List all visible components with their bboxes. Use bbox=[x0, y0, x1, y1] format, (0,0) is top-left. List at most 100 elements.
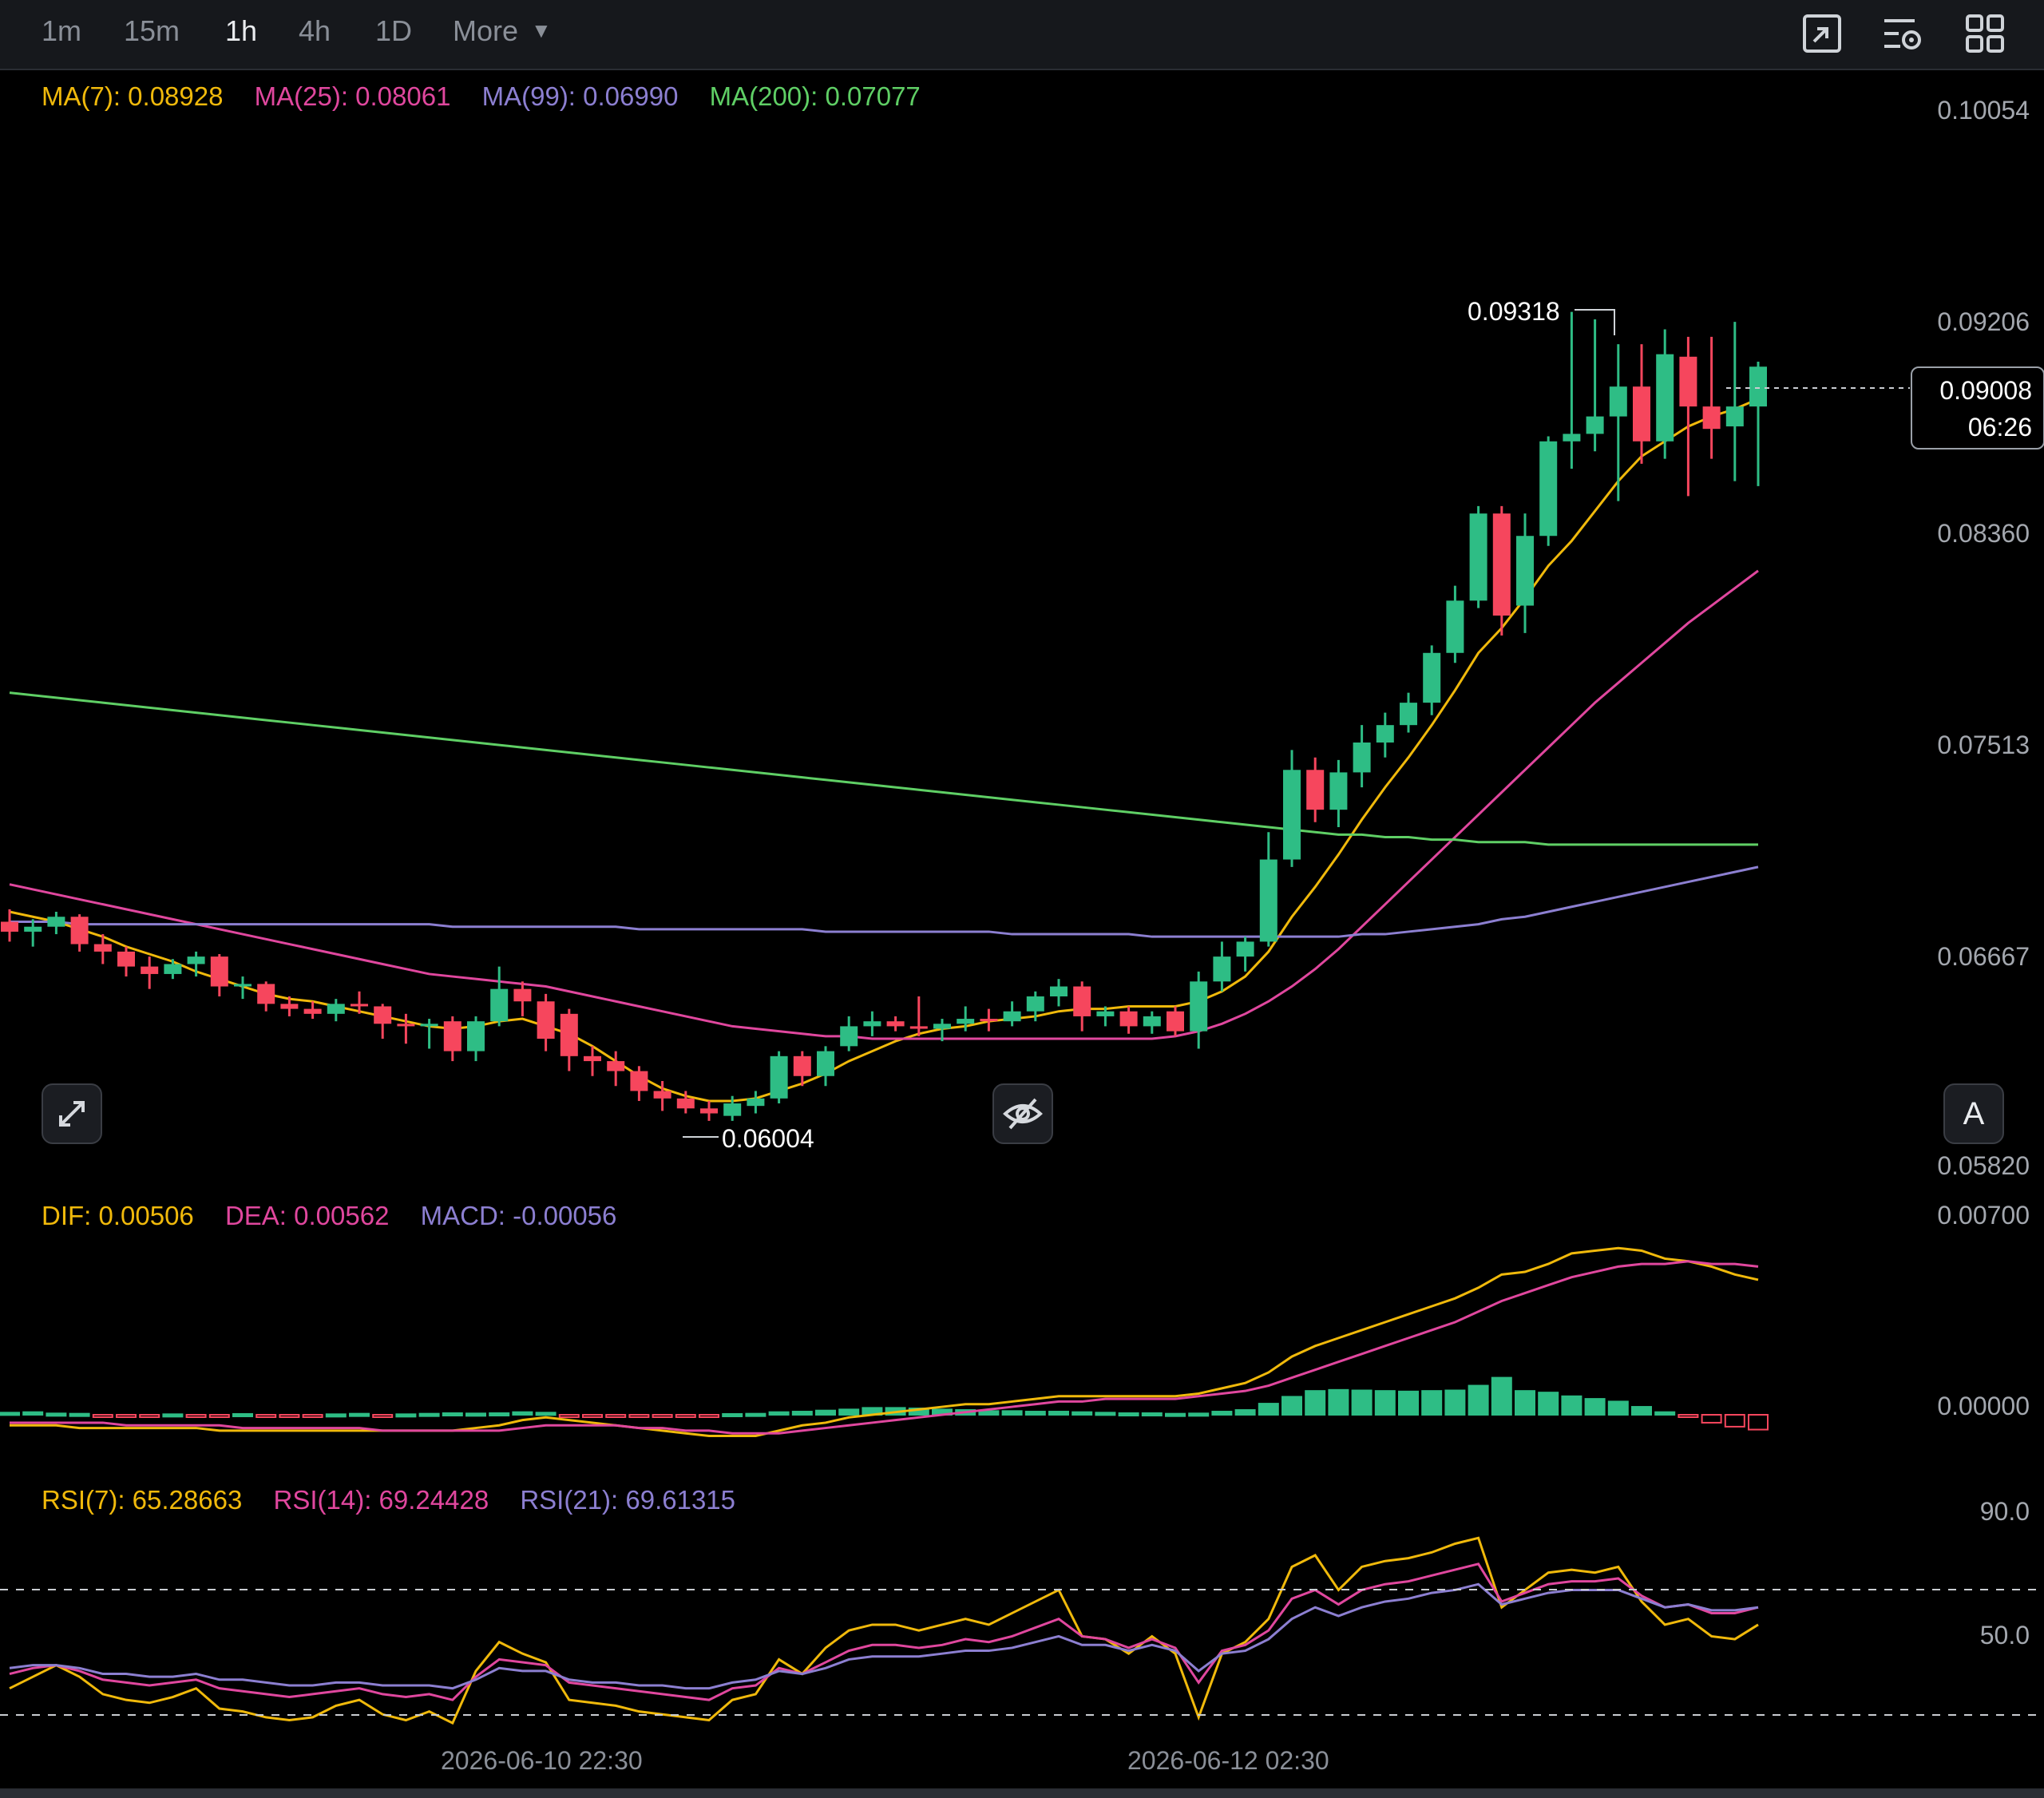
candle-body bbox=[1, 921, 18, 932]
price-tick: 0.10054 bbox=[1937, 96, 2030, 125]
candle-body bbox=[1003, 1011, 1021, 1022]
macd-histogram-bar bbox=[1538, 1392, 1559, 1416]
candle-body bbox=[1190, 981, 1208, 1032]
candle-body bbox=[117, 951, 135, 967]
candle-body bbox=[327, 1004, 345, 1014]
macd-histogram-bar bbox=[1374, 1390, 1396, 1416]
candle-body bbox=[909, 1026, 928, 1029]
macd-histogram-bar bbox=[1188, 1412, 1210, 1417]
candle-body bbox=[1633, 386, 1650, 442]
macd-histogram-bar bbox=[1678, 1414, 1699, 1418]
candle-body bbox=[93, 944, 112, 952]
candle-body bbox=[1586, 416, 1604, 434]
macd-histogram-bar bbox=[978, 1410, 1000, 1416]
candle-body bbox=[210, 956, 228, 987]
macd-histogram-bar bbox=[92, 1414, 113, 1418]
ma-legend: MA(7): 0.08928 MA(25): 0.08061 MA(99): 0… bbox=[42, 81, 945, 112]
candle-body bbox=[957, 1019, 975, 1024]
macd-histogram-bar bbox=[1141, 1412, 1163, 1417]
rsi14-line bbox=[9, 1562, 1759, 1701]
macd-histogram-bar bbox=[1072, 1411, 1093, 1416]
macd-histogram-bar bbox=[489, 1412, 510, 1417]
candle-body bbox=[770, 1055, 788, 1099]
macd-histogram-bar bbox=[815, 1409, 836, 1416]
macd-histogram-bar bbox=[1748, 1414, 1769, 1431]
candle-body bbox=[560, 1013, 578, 1056]
macd-histogram-bar bbox=[1165, 1412, 1186, 1417]
macd-histogram-bar bbox=[69, 1412, 90, 1417]
candle-body bbox=[70, 917, 89, 945]
candle-body bbox=[1167, 1011, 1184, 1032]
macd-histogram-bar bbox=[745, 1412, 766, 1417]
candle-body bbox=[1446, 600, 1464, 653]
auto-scale-button[interactable]: A bbox=[1943, 1083, 2004, 1144]
candle-body bbox=[513, 988, 532, 1002]
macd-histogram-bar bbox=[558, 1414, 580, 1418]
candle-body bbox=[490, 988, 509, 1022]
candle-body bbox=[933, 1024, 951, 1029]
price-tick: 0.08360 bbox=[1937, 519, 2030, 548]
candle-body bbox=[397, 1024, 415, 1027]
macd-histogram-bar bbox=[512, 1411, 533, 1416]
candle-body bbox=[1609, 386, 1627, 417]
candle-body bbox=[164, 964, 182, 974]
macd-histogram-bar bbox=[1258, 1403, 1279, 1416]
candle-countdown: 06:26 bbox=[1967, 413, 2032, 442]
rsi7-legend: RSI(7): 65.28663 bbox=[42, 1485, 243, 1515]
candle-body bbox=[630, 1071, 648, 1091]
current-price-badge: 0.09008 06:26 bbox=[1911, 366, 2044, 450]
high-price-label: 0.09318 bbox=[1468, 297, 1560, 326]
candle-body bbox=[351, 1004, 368, 1007]
macd-histogram-bar bbox=[605, 1414, 627, 1418]
candle-body bbox=[1539, 441, 1558, 537]
price-tick: 0.09206 bbox=[1937, 307, 2030, 336]
candle-body bbox=[1749, 366, 1767, 407]
macd-histogram-bar bbox=[1468, 1384, 1489, 1416]
macd-histogram-bar bbox=[675, 1414, 696, 1418]
candle-body bbox=[1679, 356, 1697, 407]
macd-histogram-bar bbox=[1095, 1412, 1116, 1416]
macd-histogram-bar bbox=[116, 1414, 137, 1418]
chart-canvas[interactable] bbox=[0, 0, 2044, 1798]
rsi-tick: 50.0 bbox=[1979, 1621, 2030, 1649]
candle-body bbox=[374, 1006, 392, 1024]
macd-histogram-bar bbox=[1234, 1409, 1256, 1416]
macd-histogram-bar bbox=[652, 1414, 673, 1418]
price-tick: 0.06667 bbox=[1937, 942, 2030, 971]
candle-body bbox=[980, 1019, 998, 1022]
macd-value-legend: MACD: -0.00056 bbox=[420, 1201, 617, 1230]
candle-body bbox=[1050, 986, 1068, 997]
macd-histogram-bar bbox=[628, 1414, 650, 1418]
macd-histogram-bar bbox=[208, 1414, 230, 1418]
candle-body bbox=[234, 984, 252, 987]
candle-body bbox=[24, 926, 42, 932]
fullscreen-button[interactable] bbox=[42, 1083, 102, 1144]
candle-body bbox=[1143, 1016, 1161, 1027]
macd-histogram-bar bbox=[279, 1414, 300, 1418]
macd-histogram-bar bbox=[1281, 1396, 1302, 1416]
macd-histogram-bar bbox=[1701, 1414, 1722, 1424]
ma25-legend: MA(25): 0.08061 bbox=[254, 81, 451, 111]
candle-body bbox=[747, 1098, 765, 1107]
candle-body bbox=[1213, 956, 1231, 982]
macd-histogram-bar bbox=[722, 1413, 743, 1418]
candle-body bbox=[1563, 434, 1581, 442]
candle-body bbox=[584, 1055, 601, 1062]
candle-body bbox=[280, 1004, 299, 1009]
candle-body bbox=[653, 1091, 671, 1099]
candle-body bbox=[700, 1108, 718, 1114]
candle-body bbox=[840, 1026, 858, 1047]
x-axis-label: 2026-06-12 02:30 bbox=[1127, 1746, 1329, 1775]
bottom-bar bbox=[0, 1788, 2044, 1798]
ma200-line bbox=[9, 691, 1758, 846]
hide-indicators-button[interactable] bbox=[992, 1083, 1053, 1144]
x-axis-label: 2026-06-10 22:30 bbox=[441, 1746, 643, 1775]
ma7-legend: MA(7): 0.08928 bbox=[42, 81, 224, 111]
candle-body bbox=[443, 1021, 461, 1051]
macd-histogram-bar bbox=[22, 1411, 44, 1416]
rsi-legend: RSI(7): 65.28663 RSI(14): 69.24428 RSI(2… bbox=[42, 1485, 759, 1515]
macd-legend: DIF: 0.00506 DEA: 0.00562 MACD: -0.00056 bbox=[42, 1201, 640, 1231]
macd-histogram-bar bbox=[1515, 1390, 1535, 1416]
candle-body bbox=[1516, 536, 1534, 606]
macd-tick: 0.00000 bbox=[1937, 1392, 2030, 1420]
